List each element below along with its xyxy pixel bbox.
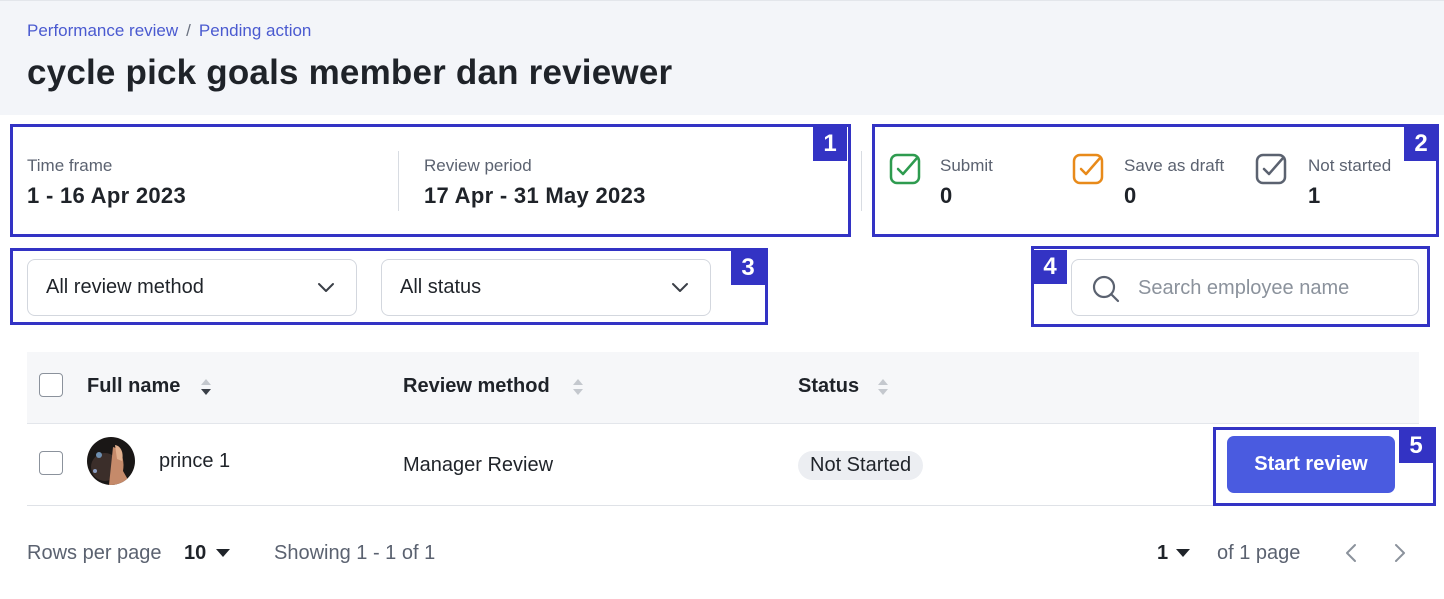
annotation-box-status-summary — [872, 124, 1439, 237]
column-header-status[interactable]: Status — [798, 375, 859, 398]
page-select[interactable]: 1 — [1157, 542, 1168, 565]
review-method-dropdown-value: All review method — [46, 276, 204, 298]
search-icon — [1092, 275, 1120, 303]
search-input[interactable] — [1138, 274, 1398, 302]
sort-icon[interactable] — [571, 376, 585, 398]
submit-count: 0 — [940, 183, 953, 208]
status-dropdown-value: All status — [400, 276, 482, 298]
chevron-down-icon — [672, 283, 688, 292]
annotation-number: 3 — [731, 251, 765, 285]
sort-icon[interactable] — [199, 376, 213, 398]
rows-per-page-label: Rows per page — [27, 542, 162, 564]
save-as-draft-count: 0 — [1124, 183, 1137, 208]
page-count: of 1 page — [1217, 542, 1301, 564]
select-all-checkbox[interactable] — [39, 373, 63, 397]
submit-label: Submit — [940, 156, 993, 175]
draft-check-icon — [1072, 153, 1104, 185]
breadcrumb-link-performance-review[interactable]: Performance review — [27, 21, 178, 41]
annotation-number: 1 — [813, 127, 847, 161]
review-method-cell: Manager Review — [403, 454, 554, 476]
page-title: cycle pick goals member dan reviewer — [27, 53, 673, 92]
chevron-left-icon[interactable] — [1342, 542, 1362, 564]
review-period-label: Review period — [424, 156, 532, 175]
not-started-label: Not started — [1308, 156, 1392, 175]
rows-per-page-select[interactable]: 10 — [184, 542, 206, 565]
annotation-box-timeframe — [10, 124, 851, 237]
showing-count: Showing 1 - 1 of 1 — [274, 542, 436, 564]
status-dropdown[interactable]: All status — [381, 259, 711, 316]
annotation-number: 2 — [1404, 127, 1438, 161]
not-started-check-icon — [1255, 153, 1287, 185]
search-field[interactable] — [1071, 259, 1419, 316]
employee-name: prince 1 — [159, 450, 231, 472]
column-header-review-method[interactable]: Review method — [403, 375, 550, 398]
save-as-draft-label: Save as draft — [1124, 156, 1225, 175]
row-checkbox[interactable] — [39, 451, 63, 475]
caret-down-icon[interactable] — [1176, 549, 1190, 557]
caret-down-icon[interactable] — [216, 549, 230, 557]
time-frame-label: Time frame — [27, 156, 113, 175]
not-started-count: 1 — [1308, 183, 1321, 208]
time-frame-value: 1 - 16 Apr 2023 — [27, 183, 186, 208]
status-badge: Not Started — [798, 451, 924, 480]
annotation-number: 5 — [1399, 429, 1433, 463]
submit-check-icon — [889, 153, 921, 185]
chevron-down-icon — [318, 283, 334, 292]
sort-icon[interactable] — [876, 376, 890, 398]
column-header-full-name[interactable]: Full name — [87, 375, 180, 398]
annotation-number: 4 — [1033, 250, 1067, 284]
avatar — [87, 437, 135, 485]
table-header: Full name Review method Status — [27, 352, 1419, 424]
page-header: Performance review / Pending action cycl… — [0, 0, 1444, 115]
chevron-right-icon[interactable] — [1389, 542, 1409, 564]
breadcrumb: Performance review / Pending action — [27, 21, 311, 41]
info-divider — [398, 151, 399, 211]
breadcrumb-link-pending-action[interactable]: Pending action — [199, 21, 311, 41]
start-review-button[interactable]: Start review — [1227, 436, 1395, 493]
table-row: prince 1 Manager Review Not Started — [27, 424, 1419, 506]
section-divider — [861, 151, 862, 211]
review-method-dropdown[interactable]: All review method — [27, 259, 357, 316]
review-period-value: 17 Apr - 31 May 2023 — [424, 183, 646, 208]
breadcrumb-separator: / — [186, 21, 191, 40]
